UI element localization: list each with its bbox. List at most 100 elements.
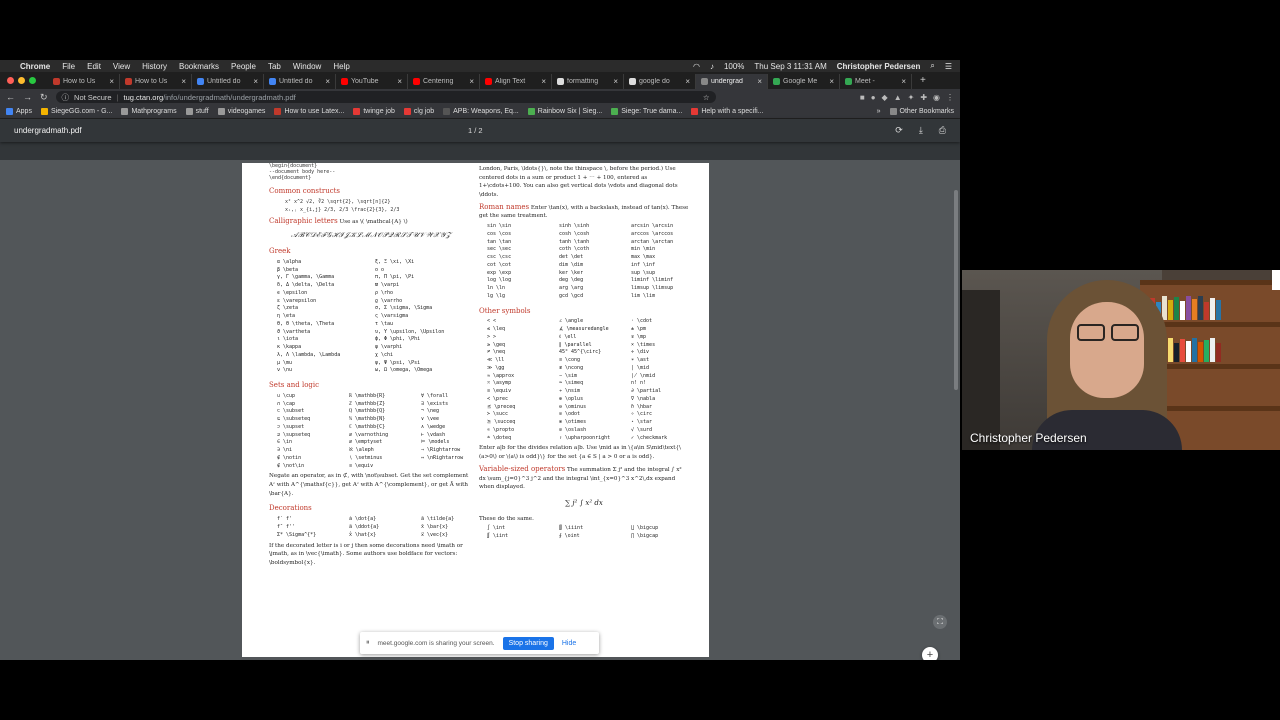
symbol-entry: σ, Σ \sigma, \Sigma	[375, 305, 433, 312]
participant-name: Christopher Pedersen	[970, 431, 1087, 445]
menu-view[interactable]: View	[113, 62, 130, 71]
bookmark-icon	[443, 108, 451, 115]
extension-icon[interactable]: ■	[860, 93, 865, 102]
menu-tab[interactable]: Tab	[268, 62, 281, 71]
browser-tab[interactable]: Google Me ×	[768, 74, 840, 89]
symbol-entry: f′ f'	[277, 516, 293, 523]
symbol-entry: arctan \arctan	[631, 238, 674, 245]
stop-sharing-button[interactable]: Stop sharing	[502, 636, 554, 650]
close-tab-icon[interactable]: ×	[397, 77, 402, 86]
browser-tab[interactable]: Align Text ×	[480, 74, 552, 89]
zoom-in-button[interactable]: +	[922, 647, 938, 660]
close-tab-icon[interactable]: ×	[109, 77, 114, 86]
scrollbar[interactable]	[954, 190, 958, 390]
wifi-icon[interactable]: ◠	[693, 62, 700, 71]
browser-tab[interactable]: How to Us ×	[120, 74, 192, 89]
close-tab-icon[interactable]: ×	[469, 77, 474, 86]
extension-icon[interactable]: ▲	[894, 93, 902, 102]
new-tab-button[interactable]: +	[912, 75, 934, 86]
tab-label: Meet -	[855, 78, 875, 85]
extension-icon[interactable]: ✦	[908, 93, 915, 102]
bookmark-item[interactable]: Rainbow Six | Sieg...	[527, 108, 602, 115]
close-tab-icon[interactable]: ×	[541, 77, 546, 86]
volume-icon[interactable]: ♪	[710, 62, 714, 71]
close-tab-icon[interactable]: ×	[613, 77, 618, 86]
menu-file[interactable]: File	[62, 62, 75, 71]
clock[interactable]: Thu Sep 3 11:31 AM	[754, 62, 826, 71]
spotlight-icon[interactable]: ⌕	[930, 61, 934, 71]
pdf-viewer[interactable]: \begin{document} --document body here-- …	[0, 160, 960, 660]
download-icon[interactable]: ⤓	[919, 125, 923, 136]
symbol-entry: ϖ \varpi	[375, 282, 400, 289]
browser-tab[interactable]: How to Us ×	[48, 74, 120, 89]
control-center-icon[interactable]: ☰	[945, 62, 952, 71]
bookmark-item[interactable]: clg job	[403, 108, 434, 115]
browser-tab[interactable]: google do ×	[624, 74, 696, 89]
bookmarks-overflow-icon[interactable]: »	[877, 108, 881, 115]
close-window-button[interactable]	[7, 77, 14, 84]
user-name[interactable]: Christopher Pedersen	[837, 62, 921, 71]
symbol-entry: ∃ \exists	[421, 400, 449, 407]
close-tab-icon[interactable]: ×	[901, 77, 906, 86]
menu-people[interactable]: People	[231, 62, 256, 71]
info-icon[interactable]: ⓘ	[62, 92, 70, 103]
puzzle-icon[interactable]: ✚	[920, 93, 927, 102]
close-tab-icon[interactable]: ×	[685, 77, 690, 86]
browser-tab[interactable]: YouTube ×	[336, 74, 408, 89]
profile-avatar[interactable]: ◉	[933, 93, 940, 102]
browser-tab[interactable]: formatting ×	[552, 74, 624, 89]
menu-bookmarks[interactable]: Bookmarks	[179, 62, 219, 71]
rotate-icon[interactable]: ⟳	[895, 125, 903, 136]
print-icon[interactable]: ⎙	[939, 125, 946, 136]
menu-history[interactable]: History	[142, 62, 167, 71]
page-indicator[interactable]: 1 / 2	[468, 126, 483, 135]
close-tab-icon[interactable]: ×	[181, 77, 186, 86]
bookmark-item[interactable]: stuff	[185, 108, 209, 115]
extensions-area: ■ ● ◆ ▲ ✦ ✚ ◉ ⋮	[860, 93, 954, 102]
window-controls	[7, 77, 36, 84]
menu-edit[interactable]: Edit	[87, 62, 101, 71]
bookmark-star-icon[interactable]: ☆	[703, 93, 710, 102]
tab-label: Google Me	[783, 78, 818, 85]
zoom-window-button[interactable]	[29, 77, 36, 84]
browser-tab[interactable]: Meet - ×	[840, 74, 912, 89]
symbol-entry: ∇ \nabla	[631, 395, 656, 402]
extension-icon[interactable]: ◆	[882, 93, 888, 102]
hide-button[interactable]: Hide	[562, 640, 576, 647]
close-tab-icon[interactable]: ×	[829, 77, 834, 86]
battery-percent[interactable]: 100%	[724, 62, 744, 71]
minimize-window-button[interactable]	[18, 77, 25, 84]
browser-tab[interactable]: Centering ×	[408, 74, 480, 89]
fit-page-icon[interactable]: ⛶	[933, 615, 947, 629]
menu-help[interactable]: Help	[333, 62, 349, 71]
bookmark-icon	[274, 108, 282, 115]
close-tab-icon[interactable]: ×	[253, 77, 258, 86]
address-bar[interactable]: ⓘ Not Secure | tug.ctan.org/info/undergr…	[55, 91, 716, 103]
kebab-menu-icon[interactable]: ⋮	[946, 93, 954, 102]
bookmark-item[interactable]: Help with a specifi...	[691, 108, 764, 115]
extension-icon[interactable]: ●	[871, 93, 876, 102]
symbol-entry: < <	[487, 318, 497, 325]
bookmark-item[interactable]: videogames	[217, 108, 265, 115]
bookmark-item[interactable]: Mathprograms	[121, 108, 177, 115]
tab-favicon-icon	[341, 78, 348, 85]
close-tab-icon[interactable]: ×	[325, 77, 330, 86]
symbol-entry: ∘ \circ	[631, 411, 653, 418]
bookmark-item[interactable]: How to use Latex...	[274, 108, 344, 115]
close-tab-icon[interactable]: ×	[757, 77, 762, 86]
bookmark-item[interactable]: SiegeGG.com - G...	[40, 108, 112, 115]
browser-tab[interactable]: undergrad ×	[696, 74, 768, 89]
bookmark-item[interactable]: APB: Weapons, Eq...	[443, 108, 519, 115]
menu-window[interactable]: Window	[293, 62, 321, 71]
menu-app-name[interactable]: Chrome	[20, 62, 50, 71]
right-column: London, Paris, \ldots{}\, note the thins…	[479, 163, 689, 543]
forward-icon[interactable]: →	[23, 92, 32, 102]
back-icon[interactable]: ←	[6, 92, 15, 102]
other-bookmarks[interactable]: Other Bookmarks	[889, 108, 954, 115]
bookmark-item[interactable]: Siege: True dama...	[611, 108, 682, 115]
browser-tab[interactable]: Untitled do ×	[264, 74, 336, 89]
browser-tab[interactable]: Untitled do ×	[192, 74, 264, 89]
bookmark-item[interactable]: Apps	[6, 108, 32, 115]
bookmark-item[interactable]: twinge job	[353, 108, 395, 115]
reload-icon[interactable]: ↻	[40, 92, 48, 103]
